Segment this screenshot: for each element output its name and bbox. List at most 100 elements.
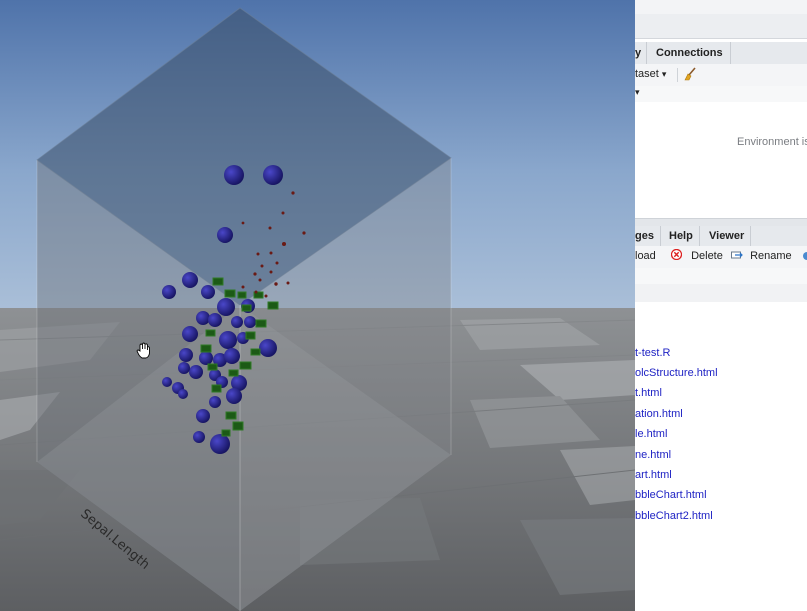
- file-link[interactable]: art.html: [635, 469, 672, 481]
- tab-packages[interactable]: ges: [635, 226, 654, 246]
- tab-viewer[interactable]: Viewer: [709, 226, 744, 246]
- chevron-down-icon[interactable]: ▾: [635, 87, 640, 98]
- small-point: [275, 261, 279, 265]
- env-content: Environment is: [635, 102, 807, 220]
- file-link[interactable]: ne.html: [635, 449, 671, 461]
- cube-point: [245, 331, 256, 340]
- upload-button[interactable]: load: [635, 250, 656, 262]
- chevron-down-icon: ▾: [661, 69, 667, 79]
- sphere-point: [263, 165, 283, 185]
- sphere-point: [182, 326, 198, 342]
- 3d-scene[interactable]: Sepal.Length: [0, 0, 635, 611]
- small-point: [241, 285, 245, 289]
- small-point: [286, 281, 290, 285]
- sphere-point: [231, 316, 243, 328]
- delete-icon: [670, 248, 683, 261]
- rename-icon: [731, 251, 743, 259]
- import-dataset-label: taset: [635, 68, 659, 80]
- cube-point: [205, 329, 216, 337]
- cube-point: [228, 369, 239, 377]
- tab-divider: [750, 226, 751, 246]
- delete-button[interactable]: Delete: [670, 248, 723, 262]
- cube-point: [211, 384, 222, 393]
- sphere-point: [182, 272, 198, 288]
- tab-divider: [699, 226, 700, 246]
- cube-point: [255, 319, 267, 328]
- rename-button[interactable]: Rename: [731, 249, 792, 262]
- file-link[interactable]: le.html: [635, 428, 667, 440]
- sphere-point: [178, 389, 188, 399]
- sphere-point: [196, 311, 210, 325]
- rename-label: Rename: [750, 250, 792, 262]
- sphere-point: [178, 362, 190, 374]
- sphere-point: [201, 285, 215, 299]
- 3d-viewport[interactable]: Sepal.Length: [0, 0, 635, 611]
- toolbar-divider: [677, 68, 678, 82]
- cube-point: [212, 277, 224, 286]
- sphere-point: [259, 339, 277, 357]
- cube-point: [267, 301, 279, 310]
- small-point: [254, 290, 258, 294]
- sphere-point: [162, 377, 172, 387]
- sphere-point: [244, 316, 256, 328]
- gear-icon[interactable]: [801, 250, 807, 262]
- sphere-point: [162, 285, 176, 299]
- tab-connections[interactable]: Connections: [656, 42, 723, 64]
- file-link[interactable]: t.html: [635, 387, 662, 399]
- sphere-point: [210, 434, 230, 454]
- cube-point: [200, 344, 212, 353]
- cube-point: [225, 411, 237, 420]
- tab-divider: [730, 42, 731, 64]
- sphere-point: [217, 227, 233, 243]
- sphere-point: [179, 348, 193, 362]
- file-link[interactable]: ation.html: [635, 408, 683, 420]
- small-point: [264, 294, 268, 298]
- tab-divider: [660, 226, 661, 246]
- small-point: [291, 191, 295, 195]
- small-point: [268, 226, 272, 230]
- small-point: [269, 270, 273, 274]
- broom-icon[interactable]: [683, 67, 697, 81]
- files-path-bar: [635, 268, 807, 285]
- sphere-point: [208, 313, 222, 327]
- small-point: [282, 242, 286, 246]
- file-link[interactable]: bbleChart2.html: [635, 510, 713, 522]
- file-link[interactable]: t-test.R: [635, 347, 670, 359]
- rstudio-right-pane: y Connections taset ▾ ▾ Environment is g…: [635, 0, 807, 611]
- sphere-point: [189, 365, 203, 379]
- sphere-point: [196, 409, 210, 423]
- sphere-point: [219, 331, 237, 349]
- cube-point: [239, 361, 252, 370]
- sphere-point: [199, 351, 213, 365]
- small-point: [269, 251, 273, 255]
- tab-history[interactable]: y: [635, 42, 641, 64]
- tab-help[interactable]: Help: [669, 226, 693, 246]
- sphere-point: [193, 431, 205, 443]
- sphere-point: [217, 298, 235, 316]
- small-point: [302, 231, 306, 235]
- sphere-point: [209, 396, 221, 408]
- import-dataset-button[interactable]: taset ▾: [635, 68, 666, 80]
- small-point: [256, 252, 260, 256]
- cube-point: [237, 291, 247, 299]
- sphere-point: [224, 348, 240, 364]
- files-toolbar: load Delete Rename: [635, 246, 807, 269]
- pane-toolbar: [635, 14, 807, 39]
- small-point: [253, 272, 257, 276]
- file-link[interactable]: olcStructure.html: [635, 367, 718, 379]
- pane-top-strip: [635, 0, 807, 15]
- files-tabbar: ges Help Viewer: [635, 226, 807, 247]
- cube-point: [224, 289, 236, 298]
- cube-point: [232, 421, 244, 431]
- env-scope-bar: ▾: [635, 86, 807, 103]
- cube-point: [250, 348, 261, 356]
- small-point: [281, 211, 285, 215]
- small-point: [258, 278, 262, 282]
- files-header-row: [635, 284, 807, 303]
- small-point: [274, 282, 278, 286]
- cube-point: [207, 363, 218, 371]
- file-link[interactable]: bbleChart.html: [635, 489, 707, 501]
- environment-empty-message: Environment is: [737, 136, 807, 148]
- small-point: [241, 221, 245, 225]
- env-tabbar: y Connections: [635, 42, 807, 65]
